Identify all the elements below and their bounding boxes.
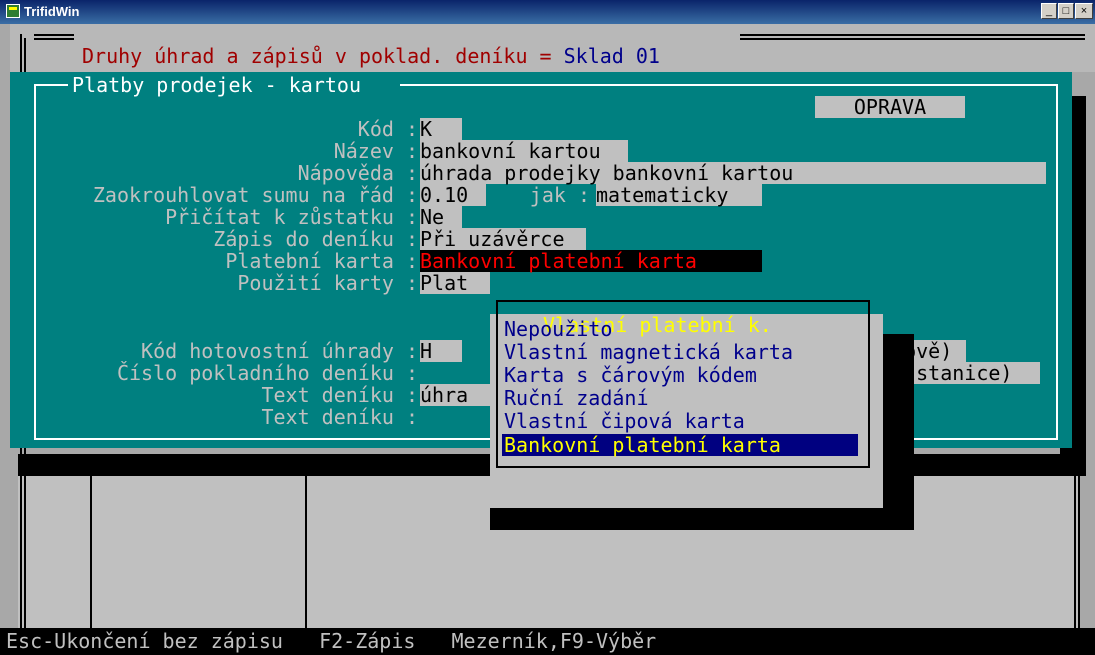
panel-frame-line [34, 84, 70, 86]
card-usage-label: Použití karty : [237, 271, 418, 295]
popup-option-unused[interactable]: Nepoužito [504, 318, 612, 340]
popup-frame-line [496, 466, 870, 468]
outer-frame-line [20, 34, 22, 74]
table-border [24, 448, 26, 630]
table-border [1078, 448, 1080, 630]
outer-frame-line [24, 38, 26, 74]
table-column-divider [305, 476, 307, 630]
panel-frame-line [1056, 84, 1058, 440]
minimize-button[interactable]: _ [1041, 3, 1057, 19]
app-icon [6, 4, 20, 18]
cash-journal-number-label: Číslo pokladního deníku : [116, 361, 418, 385]
payment-card-label: Platební karta : [225, 249, 418, 273]
journal-entry-field[interactable]: Při uzávěrce [420, 228, 586, 250]
outer-frame-line [34, 38, 74, 40]
journal-text-label-2: Text deníku : [261, 405, 418, 429]
console-area: Druhy úhrad a zápisů v poklad. deníku = … [0, 24, 1095, 655]
outer-frame-line [740, 38, 1085, 40]
popup-option-barcode-card[interactable]: Karta s čárovým kódem [504, 364, 757, 386]
popup-frame-line [496, 300, 498, 468]
status-bar: Esc-Ukončení bez zápisu F2-Zápis Mezerní… [0, 628, 1095, 655]
journal-entry-label: Zápis do deníku : [213, 227, 418, 251]
journal-text-label-1: Text deníku : [261, 383, 418, 407]
code-label: Kód : [357, 117, 418, 141]
name-label: Název : [333, 139, 418, 163]
rounding-field[interactable]: 0.10 [420, 184, 486, 206]
popup-option-chip-card[interactable]: Vlastní čipová karta [504, 410, 745, 432]
cash-code-label: Kód hotovostní úhrady : [141, 339, 418, 363]
add-to-balance-label: Přičítat k zůstatku : [165, 205, 418, 229]
rounding-label: Zaokrouhlovat sumu na řád : [92, 183, 418, 207]
panel-frame-line [34, 84, 36, 440]
panel-frame-line [400, 84, 1056, 86]
outer-frame-line [740, 34, 1085, 36]
popup-option-magnetic-card[interactable]: Vlastní magnetická karta [504, 341, 793, 363]
payment-card-field[interactable]: Bankovní platební karta [420, 250, 762, 272]
hint-field[interactable]: úhrada prodejky bankovní kartou [420, 162, 1046, 184]
window-title: TrifidWin [24, 4, 80, 19]
code-field[interactable]: K [420, 118, 462, 140]
mode-badge: OPRAVA [815, 96, 965, 118]
cash-code-field[interactable]: H [420, 340, 462, 362]
outer-frame-line [34, 34, 74, 36]
maximize-button[interactable]: □ [1058, 3, 1074, 19]
table-column-divider [90, 476, 92, 630]
rounding-method-label: jak : [529, 183, 590, 207]
popup-frame-line [496, 300, 870, 302]
outer-dialog-title: Druhy úhrad a zápisů v poklad. deníku = … [82, 44, 660, 68]
table-border [20, 448, 22, 630]
hint-label: Nápověda : [297, 161, 418, 185]
journal-text-field-1[interactable]: úhra [420, 384, 490, 406]
popup-frame-line [868, 300, 870, 468]
window-titlebar[interactable]: TrifidWin _ □ × [0, 0, 1095, 24]
add-to-balance-field[interactable]: Ne [420, 206, 462, 228]
card-usage-field[interactable]: Plat [420, 272, 490, 294]
table-border [1074, 476, 1076, 630]
close-button[interactable]: × [1075, 3, 1093, 19]
panel-title: Platby prodejek - kartou [68, 74, 365, 96]
name-field[interactable]: bankovní kartou [420, 140, 628, 162]
popup-option-manual-entry[interactable]: Ruční zadání [504, 387, 649, 409]
rounding-method-field[interactable]: matematicky [596, 184, 762, 206]
popup-option-bank-card[interactable]: Bankovní platební karta [502, 434, 858, 456]
